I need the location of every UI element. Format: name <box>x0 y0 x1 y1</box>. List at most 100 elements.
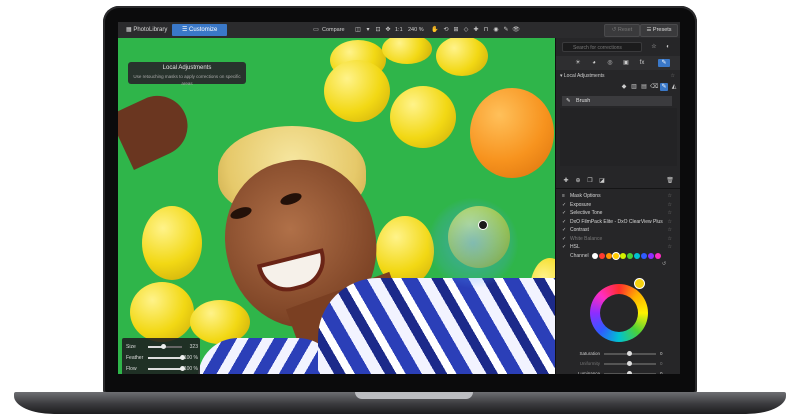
checkmark-icon[interactable]: ✓ <box>562 243 570 251</box>
brush-icon[interactable]: ✎ <box>660 83 668 91</box>
photo-arm <box>118 86 198 170</box>
slider-track[interactable] <box>604 361 656 366</box>
checkmark-icon[interactable]: ✓ <box>562 218 570 226</box>
tool-label: DxO FilmPack Elite - DxO ClearView Plus <box>570 218 663 225</box>
repair-icon[interactable]: ✚ <box>472 26 480 34</box>
star-icon[interactable]: ☆ <box>668 192 672 200</box>
effects-icon[interactable]: fx <box>638 59 646 67</box>
channel-dot[interactable] <box>641 253 647 259</box>
channel-dot[interactable] <box>592 253 598 259</box>
star-icon[interactable]: ☆ <box>671 72 675 81</box>
tab-customize[interactable]: ☰ Customize <box>172 24 228 36</box>
compare-icon[interactable]: ▭ <box>312 26 320 34</box>
link-mask-icon[interactable]: ⊕ <box>574 177 582 185</box>
move-icon[interactable]: ✥ <box>384 26 392 34</box>
control-point-icon[interactable]: ◆ <box>620 83 628 91</box>
star-icon[interactable]: ☆ <box>668 201 672 209</box>
star-icon[interactable]: ☆ <box>668 226 672 234</box>
section-header[interactable]: ▾ Local Adjustments ☆ <box>560 72 677 81</box>
mask-pin-icon[interactable] <box>478 220 488 230</box>
tool-row[interactable]: ✓ Selective Tone ☆ <box>562 209 676 217</box>
graduated-filter-icon[interactable]: ▤ <box>640 83 648 91</box>
channel-dot[interactable] <box>620 253 626 259</box>
slider-track[interactable] <box>604 351 656 356</box>
brush-setting-slider[interactable] <box>148 355 185 360</box>
presets-button-label: Presets <box>652 27 672 33</box>
zoom-level[interactable]: 240 % <box>408 25 424 35</box>
hsl-slider-row[interactable]: Uniformity 0 <box>564 360 676 368</box>
tool-row[interactable]: ✓ DxO FilmPack Elite - DxO ClearView Plus… <box>562 218 676 226</box>
slider-knob[interactable] <box>627 371 632 374</box>
slider-track[interactable] <box>604 371 656 374</box>
slider-knob[interactable] <box>627 351 632 356</box>
search-input[interactable]: Search for corrections <box>562 42 642 52</box>
auto-mask-icon[interactable]: ◭ <box>670 83 678 91</box>
picker-icon[interactable]: ✎ <box>502 26 510 34</box>
channel-dot[interactable] <box>648 253 654 259</box>
channel-dot[interactable] <box>613 253 619 259</box>
trash-icon[interactable]: 🗑 <box>666 177 674 185</box>
lemon <box>142 206 202 280</box>
checkmark-icon[interactable]: ✓ <box>562 226 570 234</box>
channel-dot[interactable] <box>627 253 633 259</box>
tab-photolibrary[interactable]: ▦ PhotoLibrary <box>122 24 171 36</box>
tool-row[interactable]: ✓ HSL ☆ <box>562 243 676 251</box>
photo-canvas[interactable]: Local Adjustments Use retouching masks t… <box>118 38 555 374</box>
duplicate-mask-icon[interactable]: ❐ <box>586 177 594 185</box>
zoom-fit-button[interactable]: 1:1 <box>395 25 403 35</box>
geometry-icon[interactable]: ▣ <box>622 59 630 67</box>
eraser-icon[interactable]: ⌫ <box>650 83 658 91</box>
channel-dot[interactable] <box>634 253 640 259</box>
brush-setting-row[interactable]: Size 323 <box>126 342 198 352</box>
color-icon[interactable]: ◕ <box>590 59 598 67</box>
split-view-icon[interactable]: ◫ <box>354 26 362 34</box>
checkmark-icon[interactable]: ≡ <box>562 192 570 200</box>
hsl-slider-row[interactable]: Luminance 0 <box>564 370 676 374</box>
chevron-down-icon[interactable]: ▾ <box>364 26 372 34</box>
star-icon[interactable]: ☆ <box>668 235 672 243</box>
rotate-icon[interactable]: ⟲ <box>442 26 450 34</box>
checkmark-icon[interactable]: ✓ <box>562 235 570 243</box>
mask-item-brush[interactable]: ✎ Brush <box>562 96 672 106</box>
tool-row[interactable]: ✓ White Balance ☆ <box>562 235 676 243</box>
star-icon[interactable]: ☆ <box>668 209 672 217</box>
hand-icon[interactable]: ✋ <box>431 26 439 34</box>
control-line-icon[interactable]: ▥ <box>630 83 638 91</box>
crop-icon[interactable]: ⊡ <box>374 26 382 34</box>
red-eye-icon[interactable]: ◉ <box>492 26 500 34</box>
checkmark-icon[interactable]: ✓ <box>562 201 570 209</box>
slider-knob[interactable] <box>160 344 166 349</box>
light-icon[interactable]: ☀ <box>574 59 582 67</box>
checkmark-icon[interactable]: ✓ <box>562 209 570 217</box>
compare-button[interactable]: Compare <box>322 25 345 35</box>
tool-row[interactable]: ✓ Exposure ☆ <box>562 201 676 209</box>
star-icon[interactable]: ☆ <box>650 43 658 51</box>
detail-icon[interactable]: ◎ <box>606 59 614 67</box>
brush-setting-row[interactable]: Feather 100 % <box>126 353 198 363</box>
local-adjustments-icon[interactable]: ✎ <box>658 59 670 67</box>
invert-mask-icon[interactable]: ◪ <box>598 177 606 185</box>
brush-setting-slider[interactable] <box>148 366 185 371</box>
perspective-icon[interactable]: ◇ <box>462 26 470 34</box>
star-icon[interactable]: ☆ <box>668 243 672 251</box>
brush-setting-row[interactable]: Flow 100 % <box>126 364 198 374</box>
slider-knob[interactable] <box>627 361 632 366</box>
star-icon[interactable]: ☆ <box>668 218 672 226</box>
horizon-icon[interactable]: ⊓ <box>482 26 490 34</box>
reset-icon[interactable]: ↺ <box>662 260 666 268</box>
channel-dot[interactable] <box>599 253 605 259</box>
eye-icon[interactable]: 👁 <box>512 26 520 34</box>
presets-button[interactable]: ☰ Presets <box>640 24 678 37</box>
hsl-slider-row[interactable]: Saturation 0 <box>564 350 676 358</box>
color-wheel-handle[interactable] <box>634 278 645 289</box>
tool-row[interactable]: ≡ Mask Options ☆ <box>562 192 676 200</box>
straighten-icon[interactable]: ⊞ <box>452 26 460 34</box>
brush-setting-slider[interactable] <box>148 344 182 349</box>
channel-dot[interactable] <box>606 253 612 259</box>
lemon <box>436 38 488 76</box>
reset-button[interactable]: ↺ Reset <box>604 24 640 37</box>
toggle-icon[interactable]: ◐ <box>664 43 672 51</box>
add-mask-icon[interactable]: ✚ <box>562 177 570 185</box>
channel-dot[interactable] <box>655 253 661 259</box>
tool-row[interactable]: ✓ Contrast ☆ <box>562 226 676 234</box>
